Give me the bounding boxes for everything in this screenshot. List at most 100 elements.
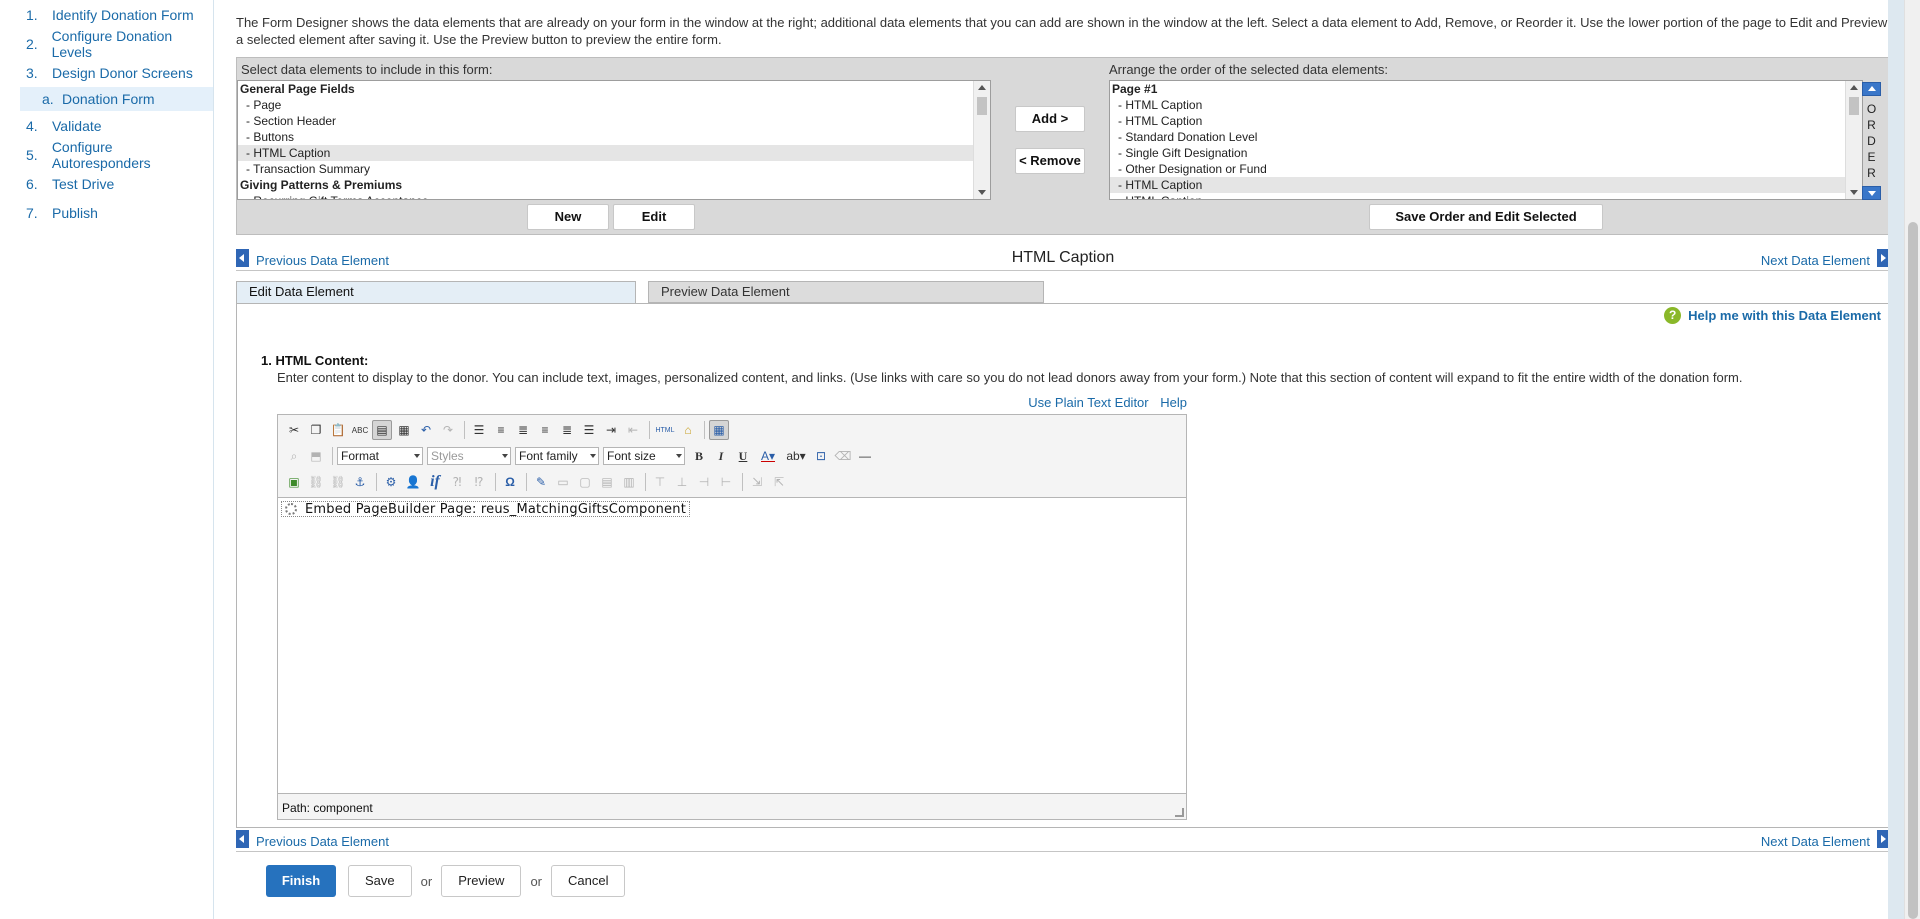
list-scrollbar[interactable] bbox=[1845, 81, 1862, 199]
scroll-up-icon[interactable] bbox=[1850, 85, 1858, 90]
delete-row-icon[interactable]: ⊣ bbox=[694, 472, 714, 492]
save-order-button[interactable]: Save Order and Edit Selected bbox=[1369, 204, 1603, 230]
spellcheck-icon[interactable]: ABC bbox=[350, 420, 370, 440]
link-icon[interactable]: ⛓ bbox=[306, 472, 326, 492]
scroll-thumb[interactable] bbox=[1849, 97, 1859, 115]
list-item[interactable]: - Standard Donation Level bbox=[1110, 129, 1862, 145]
list-item[interactable]: - Page bbox=[238, 97, 990, 113]
editor-help-link[interactable]: Help bbox=[1160, 395, 1187, 410]
insert-col-icon[interactable]: ⊢ bbox=[716, 472, 736, 492]
insert-layer-icon[interactable]: ⬒ bbox=[306, 446, 326, 466]
styles-select[interactable]: Styles bbox=[427, 447, 511, 465]
insert-abbreviation-icon[interactable]: ⊡ bbox=[811, 446, 831, 466]
list-item[interactable]: - HTML Caption bbox=[1110, 193, 1862, 199]
edit-table-icon[interactable]: ✎ bbox=[531, 472, 551, 492]
outdent-icon[interactable]: ⇤ bbox=[623, 420, 643, 440]
step-publish[interactable]: 7. Publish bbox=[0, 198, 213, 227]
list-item[interactable]: - HTML Caption bbox=[1110, 177, 1862, 193]
special-char-icon[interactable]: Ω bbox=[500, 472, 520, 492]
new-button[interactable]: New bbox=[527, 204, 609, 230]
split-cell-icon[interactable]: ⇲ bbox=[747, 472, 767, 492]
step-configure-donation-levels[interactable]: 2. Configure Donation Levels bbox=[0, 28, 213, 60]
selected-elements-list[interactable]: Page #1- HTML Caption - HTML Caption - Sta… bbox=[1109, 80, 1863, 200]
list-group-header[interactable]: General Page Fields bbox=[238, 81, 990, 97]
preview-button[interactable]: Preview bbox=[441, 865, 522, 897]
fullscreen-table-icon[interactable]: ▦ bbox=[709, 420, 729, 440]
step-test-drive[interactable]: 6. Test Drive bbox=[0, 169, 213, 198]
prev-element-link[interactable]: Previous Data Element bbox=[256, 253, 389, 268]
align-right-icon[interactable]: ≣ bbox=[557, 420, 577, 440]
list-item[interactable]: - Recurring Gift Terms Acceptance bbox=[238, 193, 990, 199]
prev-element-arrow[interactable] bbox=[236, 249, 249, 267]
plain-text-editor-link[interactable]: Use Plain Text Editor bbox=[1028, 395, 1148, 410]
undo-icon[interactable]: ↶ bbox=[416, 420, 436, 440]
format-select[interactable]: Format bbox=[337, 447, 423, 465]
component-gear-icon[interactable]: ⚙ bbox=[381, 472, 401, 492]
remove-format-icon[interactable]: ⌫ bbox=[833, 446, 853, 466]
italic-button[interactable]: I bbox=[711, 446, 731, 466]
table-merge-icon[interactable]: ▤ bbox=[597, 472, 617, 492]
align-justify-icon[interactable]: ☰ bbox=[579, 420, 599, 440]
insert-row-after-icon[interactable]: ⊥ bbox=[672, 472, 692, 492]
merge-cell-icon[interactable]: ⇱ bbox=[769, 472, 789, 492]
next-element-link[interactable]: Next Data Element bbox=[1761, 253, 1870, 268]
conditional-if-icon[interactable]: if bbox=[425, 472, 445, 492]
help-data-element-link[interactable]: ? Help me with this Data Element bbox=[1664, 307, 1881, 324]
highlight-color-icon[interactable]: ab▾ bbox=[783, 446, 809, 466]
find-replace-icon[interactable]: ⌕ bbox=[284, 446, 304, 466]
align-left-icon[interactable]: ≣ bbox=[513, 420, 533, 440]
table-row-icon[interactable]: ▭ bbox=[553, 472, 573, 492]
cleanup-broom-icon[interactable]: ⌂ bbox=[678, 420, 698, 440]
prev-element-link[interactable]: Previous Data Element bbox=[256, 834, 389, 849]
align-center-icon[interactable]: ≡ bbox=[535, 420, 555, 440]
finish-button[interactable]: Finish bbox=[266, 865, 336, 897]
conditional-edit-icon[interactable]: ⁈ bbox=[447, 472, 467, 492]
horizontal-rule-icon[interactable]: — bbox=[855, 446, 875, 466]
list-item[interactable]: - Transaction Summary bbox=[238, 161, 990, 177]
scroll-down-icon[interactable] bbox=[978, 190, 986, 195]
embedded-component[interactable]: Embed PageBuilder Page: reus_MatchingGif… bbox=[281, 501, 690, 517]
step-configure-autoresponders[interactable]: 5. Configure Autoresponders bbox=[0, 139, 213, 171]
list-item[interactable]: - HTML Caption bbox=[238, 145, 990, 161]
save-button[interactable]: Save bbox=[348, 865, 412, 897]
step-identify-donation-form[interactable]: 1. Identify Donation Form bbox=[0, 0, 213, 29]
step-validate[interactable]: 4. Validate bbox=[0, 111, 213, 140]
page-scrollbar[interactable] bbox=[1904, 0, 1920, 919]
insert-row-before-icon[interactable]: ⊤ bbox=[650, 472, 670, 492]
list-group-header[interactable]: Giving Patterns & Premiums bbox=[238, 177, 990, 193]
numbered-list-icon[interactable]: ≡ bbox=[491, 420, 511, 440]
substep-donation-form[interactable]: a. Donation Form bbox=[20, 87, 213, 111]
list-item[interactable]: - Buttons bbox=[238, 129, 990, 145]
scroll-up-icon[interactable] bbox=[978, 85, 986, 90]
anchor-icon[interactable]: ⚓ bbox=[350, 472, 370, 492]
underline-button[interactable]: U bbox=[733, 446, 753, 466]
cut-icon[interactable]: ✂ bbox=[284, 420, 304, 440]
move-down-button[interactable] bbox=[1862, 186, 1881, 200]
add-button[interactable]: Add > bbox=[1015, 106, 1085, 132]
list-group-header[interactable]: Page #1 bbox=[1110, 81, 1862, 97]
font-size-select[interactable]: Font size bbox=[603, 447, 685, 465]
text-color-icon[interactable]: A▾ bbox=[755, 446, 781, 466]
font-family-select[interactable]: Font family bbox=[515, 447, 599, 465]
redo-icon[interactable]: ↷ bbox=[438, 420, 458, 440]
paste-icon[interactable]: 📋 bbox=[328, 420, 348, 440]
insert-image-icon[interactable]: ▣ bbox=[284, 472, 304, 492]
paste-text-icon[interactable]: ▤ bbox=[372, 420, 392, 440]
remove-button[interactable]: < Remove bbox=[1015, 148, 1085, 174]
prev-element-arrow[interactable] bbox=[236, 830, 249, 848]
next-element-link[interactable]: Next Data Element bbox=[1761, 834, 1870, 849]
editor-content-area[interactable]: Embed PageBuilder Page: reus_MatchingGif… bbox=[278, 497, 1186, 794]
user-personalize-icon[interactable]: 👤 bbox=[403, 472, 423, 492]
list-item[interactable]: - Section Header bbox=[238, 113, 990, 129]
cancel-button[interactable]: Cancel bbox=[551, 865, 626, 897]
list-item[interactable]: - HTML Caption bbox=[1110, 97, 1862, 113]
scroll-down-icon[interactable] bbox=[1850, 190, 1858, 195]
available-elements-list[interactable]: General Page Fields - Page - Section Heade… bbox=[237, 80, 991, 200]
page-scroll-thumb[interactable] bbox=[1908, 222, 1918, 919]
list-item[interactable]: - HTML Caption bbox=[1110, 113, 1862, 129]
table-cell-icon[interactable]: ▢ bbox=[575, 472, 595, 492]
tab-preview-data-element[interactable]: Preview Data Element bbox=[648, 281, 1044, 303]
indent-icon[interactable]: ⇥ bbox=[601, 420, 621, 440]
unlink-icon[interactable]: ⛓ bbox=[328, 472, 348, 492]
paste-word-icon[interactable]: ▦ bbox=[394, 420, 414, 440]
